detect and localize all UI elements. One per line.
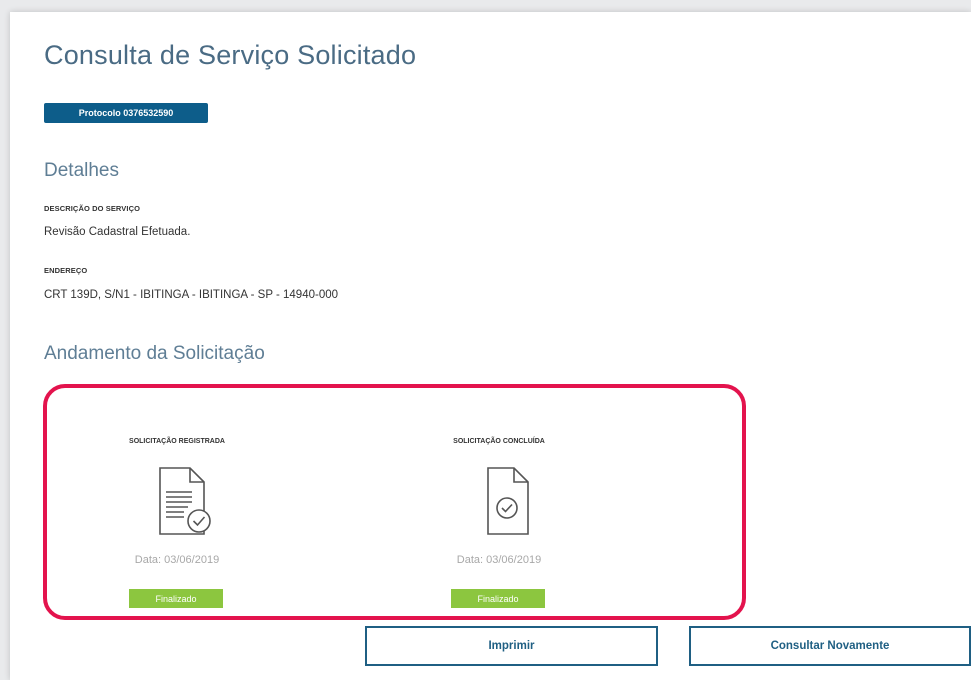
description-label: DESCRIÇÃO DO SERVIÇO [44, 204, 141, 213]
protocol-badge: Protocolo 0376532590 [44, 103, 208, 123]
address-label: ENDEREÇO [44, 266, 88, 275]
address-value: CRT 139D, S/N1 - IBITINGA - IBITINGA - S… [44, 289, 339, 301]
query-again-button[interactable]: Consultar Novamente [689, 626, 971, 666]
document-check-icon [487, 467, 529, 535]
step-title: SOLICITAÇÃO CONCLUÍDA [453, 438, 545, 445]
status-badge: Finalizado [451, 589, 545, 608]
content-panel: Consulta de Serviço Solicitado Protocolo… [10, 12, 971, 680]
step-completed: SOLICITAÇÃO CONCLUÍDA Data: 03/06/2019 F… [399, 388, 599, 616]
step-title: SOLICITAÇÃO REGISTRADA [129, 438, 225, 445]
page-title: Consulta de Serviço Solicitado [44, 40, 417, 70]
progress-heading: Andamento da Solicitação [44, 343, 265, 364]
status-badge: Finalizado [129, 589, 223, 608]
document-lines-check-icon [159, 467, 211, 535]
description-value: Revisão Cadastral Efetuada. [44, 226, 191, 238]
step-date: Data: 03/06/2019 [134, 554, 220, 566]
details-heading: Detalhes [44, 160, 119, 181]
step-date: Data: 03/06/2019 [456, 554, 542, 566]
progress-steps-highlight: SOLICITAÇÃO REGISTRADA Data: 03/06/2019 … [43, 384, 746, 620]
print-button[interactable]: Imprimir [365, 626, 658, 666]
step-registered: SOLICITAÇÃO REGISTRADA Data: 03/06/2019 … [77, 388, 277, 616]
